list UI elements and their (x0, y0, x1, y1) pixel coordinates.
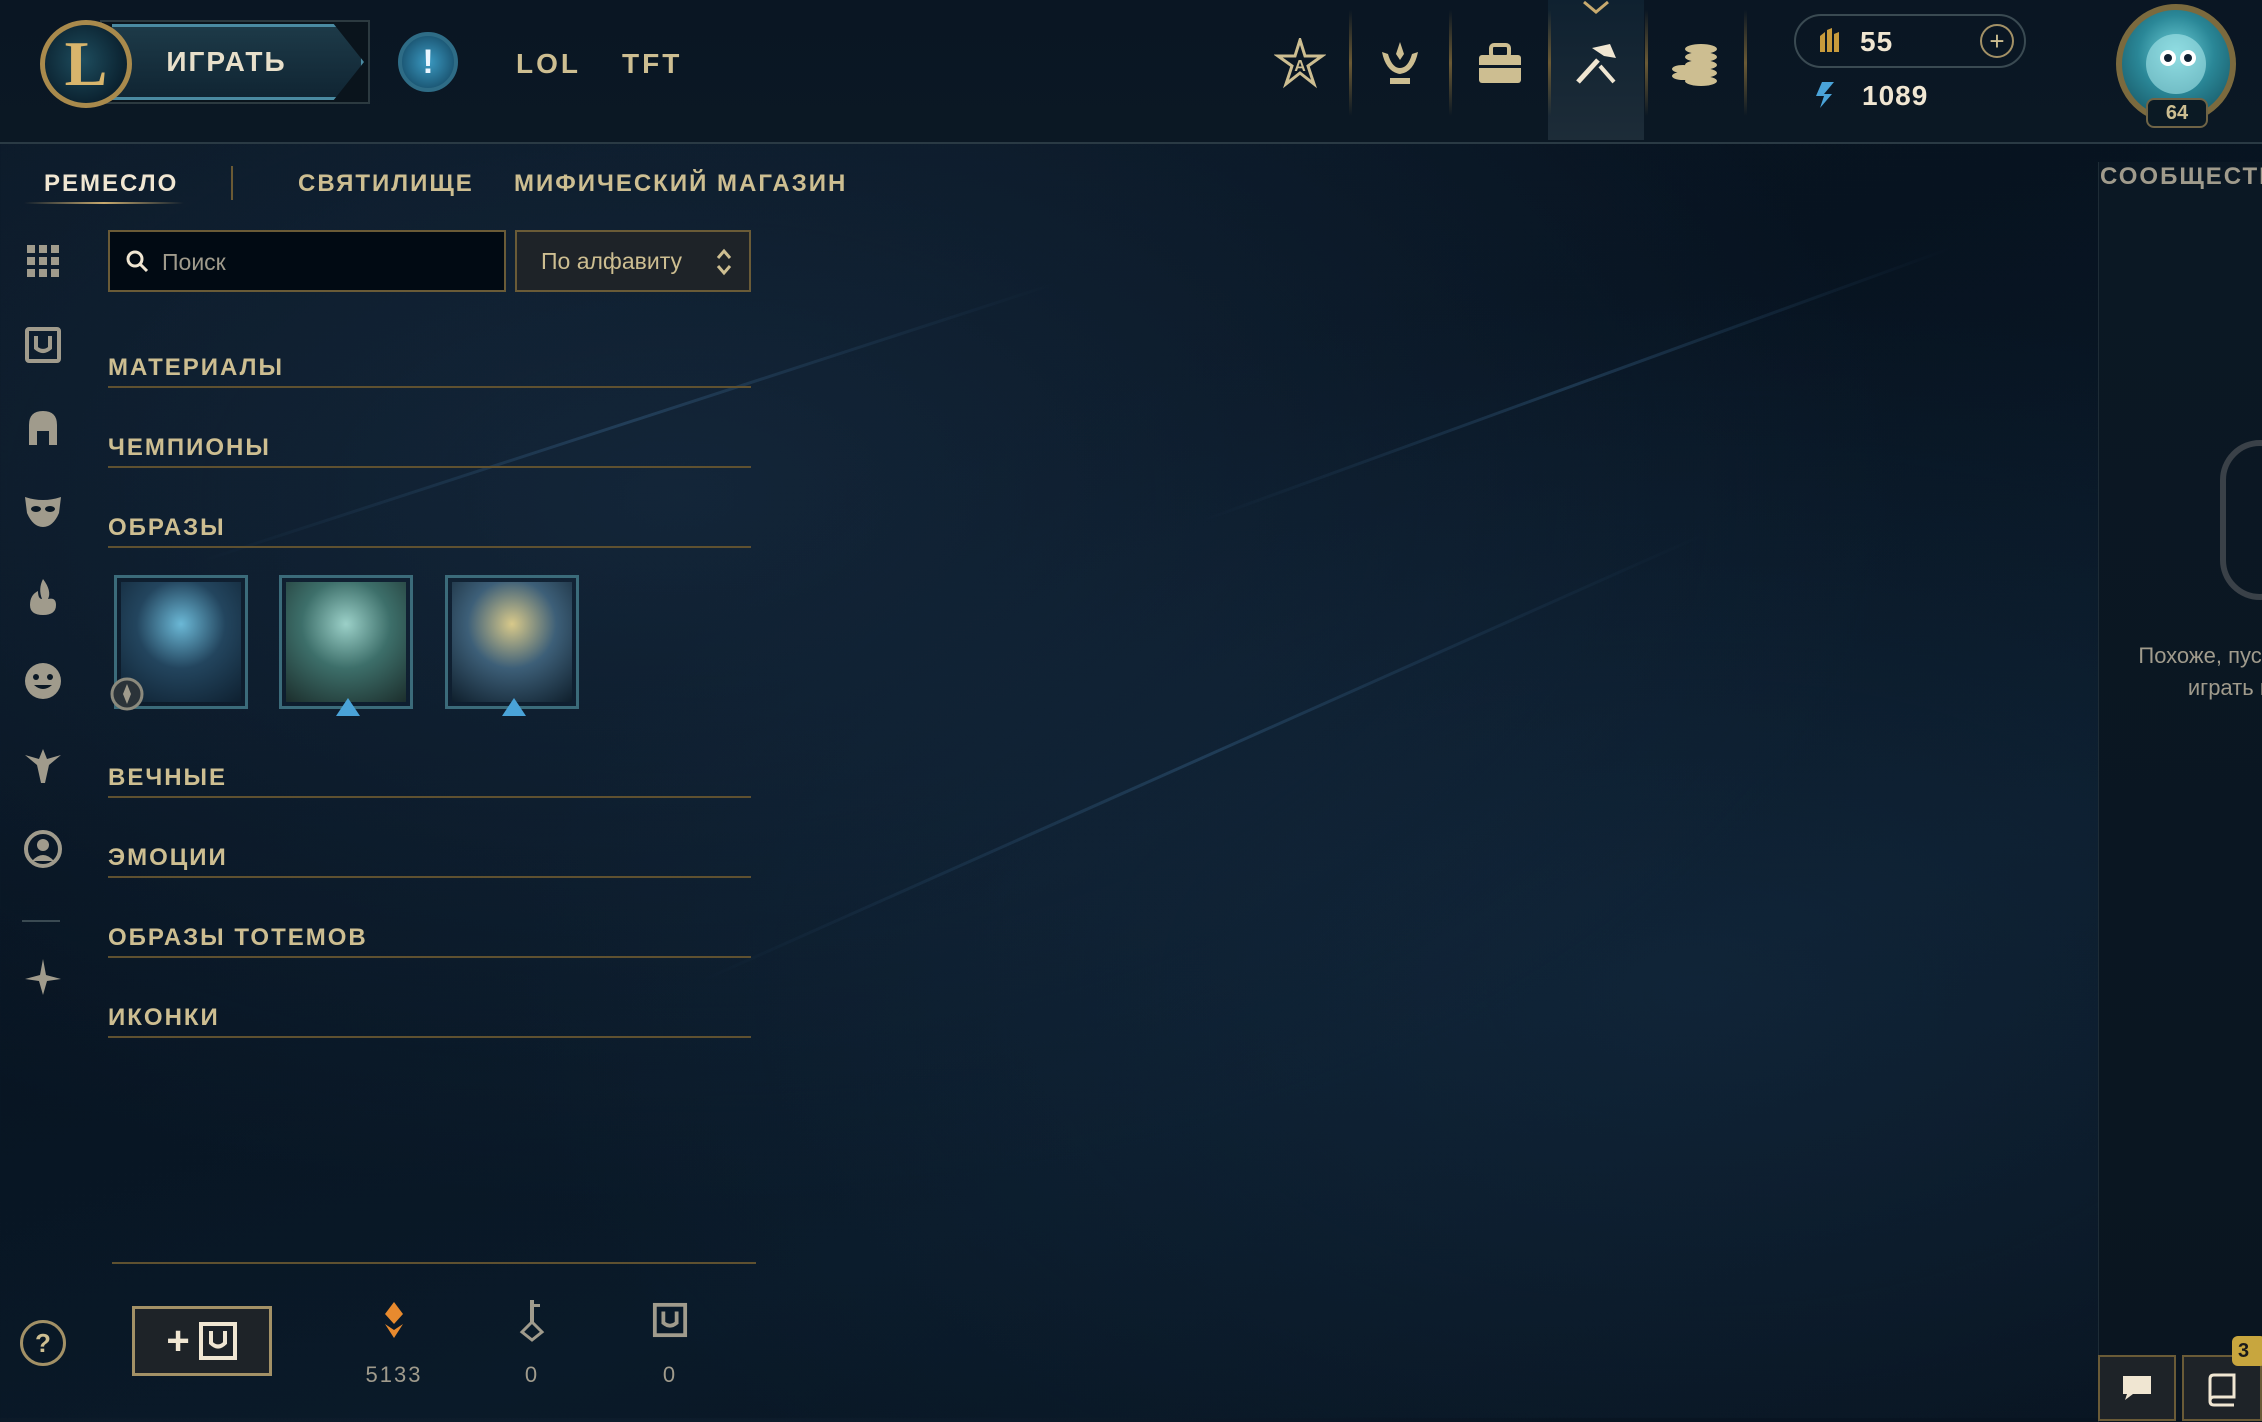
store-coins-icon[interactable] (1658, 30, 1734, 98)
home-icon[interactable]: A (1262, 30, 1338, 98)
nav-separator (1349, 10, 1352, 116)
scroll-icon (2208, 1373, 2236, 1407)
orange-essence-icon (376, 1298, 412, 1342)
collection-bag-icon[interactable] (1462, 30, 1538, 98)
chat-bubble-icon (2123, 1376, 2151, 1400)
category-emotes[interactable]: ЭМОЦИИ (108, 830, 751, 878)
empty-friends-illustration (2220, 440, 2262, 600)
emote-face-icon[interactable] (22, 660, 64, 702)
category-ward-skins[interactable]: ОБРАЗЫ ТОТЕМОВ (108, 910, 751, 958)
chat-button[interactable] (2098, 1355, 2176, 1421)
sort-arrows-icon (716, 248, 732, 276)
tab-separator (231, 166, 233, 200)
background-streak (1199, 246, 1953, 523)
mastery-emblem-icon (110, 677, 144, 711)
category-icons[interactable]: ИКОНКИ (108, 990, 751, 1038)
active-tab-underline (24, 202, 184, 204)
alert-button[interactable]: ! (398, 32, 458, 92)
nav-separator (1449, 10, 1452, 116)
league-logo[interactable]: L (40, 20, 132, 108)
trophy-icon[interactable] (1362, 30, 1438, 98)
category-skins[interactable]: ОБРАЗЫ (108, 500, 751, 548)
blue-essence-value: 1089 (1862, 80, 1929, 111)
helmet-icon[interactable] (22, 408, 64, 450)
plus-icon: + (166, 1318, 190, 1363)
category-label: ЧЕМПИОНЫ (108, 434, 271, 461)
background-streak (699, 532, 1706, 983)
blue-essence-icon (1816, 82, 1834, 108)
category-label: МАТЕРИАЛЫ (108, 354, 285, 381)
key-icon (514, 1298, 550, 1342)
social-panel-title: СООБЩЕСТВО (2100, 163, 2262, 190)
skin-tile[interactable] (279, 575, 413, 716)
search-box (108, 230, 506, 292)
sort-dropdown-label: По алфавиту (541, 248, 682, 274)
category-label: ВЕЧНЫЕ (108, 764, 228, 791)
category-eternals[interactable]: ВЕЧНЫЕ (108, 750, 751, 798)
loot-craft-icon[interactable] (1558, 30, 1634, 98)
rarity-badge-icon (336, 698, 360, 716)
category-label: ЭМОЦИИ (108, 844, 228, 871)
chest-icon (198, 1322, 237, 1360)
orange-essence-icon (1820, 28, 1839, 52)
logo-letter: L (64, 28, 108, 99)
tab-craft[interactable]: РЕМЕСЛО (44, 170, 178, 198)
skin-tile[interactable] (445, 575, 579, 716)
category-label: ОБРАЗЫ (108, 514, 226, 541)
ward-icon[interactable] (22, 744, 64, 786)
mode-tab-tft[interactable]: TFT (622, 48, 682, 80)
category-label: ОБРАЗЫ ТОТЕМОВ (108, 924, 368, 951)
profile-circle-icon[interactable] (22, 828, 64, 870)
profile-level: 64 (2146, 98, 2208, 128)
search-icon (126, 250, 149, 273)
grid-icon[interactable] (22, 240, 64, 282)
active-chevron-icon (1583, 0, 1609, 14)
flame-icon[interactable] (22, 576, 64, 618)
missions-count-badge: 3 (2232, 1336, 2262, 1366)
alert-icon: ! (422, 42, 434, 81)
sort-dropdown[interactable]: По алфавиту (515, 230, 751, 292)
chest-icon (652, 1298, 688, 1342)
skin-tile[interactable] (110, 575, 248, 711)
tab-mythic-shop[interactable]: МИФИЧЕСКИЙ МАГАЗИН (514, 170, 847, 198)
play-button[interactable]: ИГРАТЬ (112, 24, 364, 100)
skin-art (452, 582, 572, 702)
resource-value: 0 (524, 1362, 540, 1387)
nav-separator (1548, 10, 1551, 116)
footer-divider (112, 1262, 756, 1264)
category-label: ИКОНКИ (108, 1004, 220, 1031)
svg-text:A: A (1294, 58, 1306, 75)
mask-icon[interactable] (22, 490, 64, 532)
sidebar-separator (22, 920, 60, 922)
social-empty-text: Похоже, пуст. Доб играть и (2138, 643, 2262, 700)
add-chest-button[interactable]: + (132, 1306, 272, 1376)
help-button[interactable]: ? (20, 1320, 66, 1366)
resource-value: 5133 (365, 1362, 423, 1387)
skin-art (286, 582, 406, 702)
nav-separator (1744, 10, 1747, 116)
search-input[interactable] (160, 242, 494, 282)
chest-icon[interactable] (22, 324, 64, 366)
orange-essence-value: 55 (1860, 26, 1894, 57)
resource-value: 0 (662, 1362, 678, 1387)
buy-currency-button[interactable]: + (1980, 24, 2014, 58)
social-panel (2098, 162, 2262, 1422)
rarity-badge-icon (502, 698, 526, 716)
nav-separator (1645, 10, 1648, 116)
mode-tab-lol[interactable]: LOL (516, 48, 581, 80)
play-button-label: ИГРАТЬ (166, 46, 287, 77)
category-champions[interactable]: ЧЕМПИОНЫ (108, 420, 751, 468)
category-materials[interactable]: МАТЕРИАЛЫ (108, 340, 751, 388)
tab-sanctum[interactable]: СВЯТИЛИЩЕ (298, 170, 474, 198)
wings-icon[interactable] (22, 956, 64, 998)
